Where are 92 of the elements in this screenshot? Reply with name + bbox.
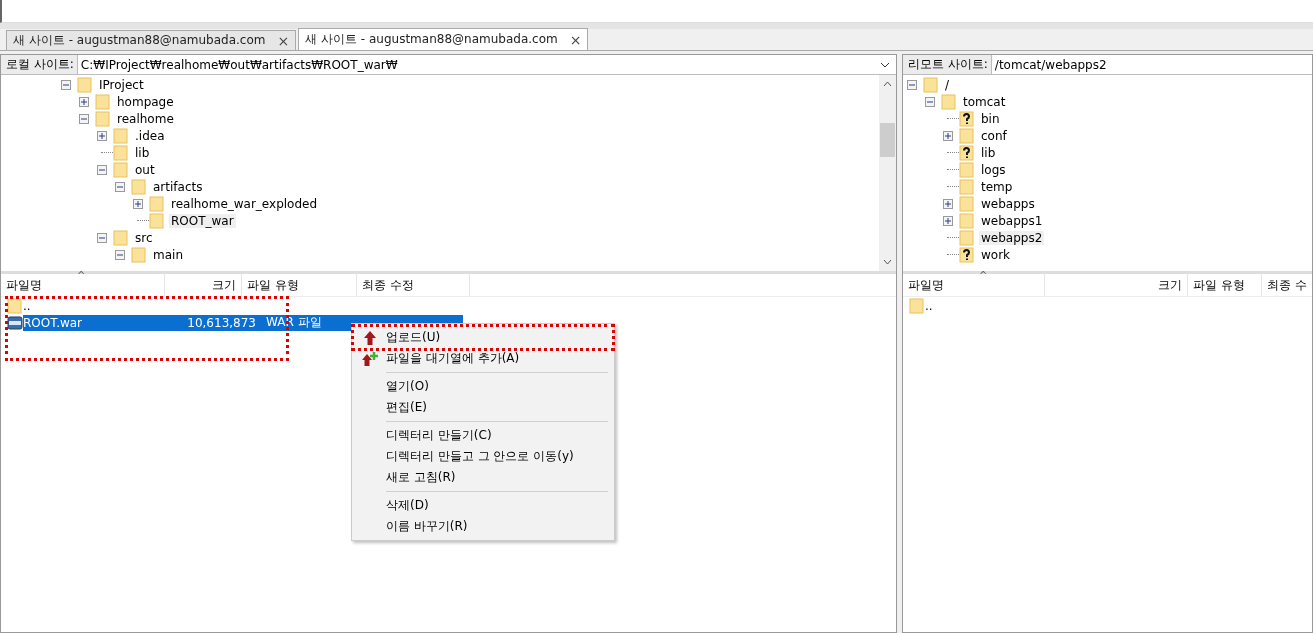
tree-item[interactable]: bin: [979, 111, 1002, 126]
tree-item[interactable]: out: [133, 162, 157, 177]
expander-icon[interactable]: [943, 215, 953, 226]
tree-item[interactable]: lib: [979, 145, 998, 160]
tree-item[interactable]: temp: [979, 179, 1015, 194]
scroll-thumb[interactable]: [880, 123, 895, 157]
tree-item[interactable]: src: [133, 230, 155, 245]
expander-icon[interactable]: [79, 113, 89, 124]
folder-icon: [113, 144, 129, 161]
folder-icon: [909, 297, 925, 314]
scroll-down-icon[interactable]: [883, 259, 892, 265]
tree-item[interactable]: IProject: [97, 77, 146, 92]
scrollbar[interactable]: [879, 75, 896, 271]
folder-icon: [113, 229, 129, 246]
folder-icon: [113, 127, 129, 144]
folder-icon: [131, 246, 147, 263]
question-folder-icon: [959, 246, 975, 263]
question-folder-icon: [959, 110, 975, 127]
close-icon[interactable]: ×: [569, 31, 582, 48]
tree-item[interactable]: main: [151, 247, 185, 262]
dropdown-icon[interactable]: [880, 61, 890, 68]
tree-item[interactable]: .idea: [133, 128, 167, 143]
menu-item[interactable]: 열기(O): [354, 376, 612, 397]
folder-icon: [959, 229, 975, 246]
site-tab[interactable]: 새 사이트 - augustman88@namubada.com ×: [6, 30, 297, 50]
site-tab[interactable]: 새 사이트 - augustman88@namubada.com ×: [298, 28, 589, 50]
tree-item[interactable]: realhome: [115, 111, 176, 126]
expander-icon[interactable]: [907, 79, 917, 90]
folder-icon: [959, 212, 975, 229]
tree-item[interactable]: tomcat: [961, 94, 1008, 109]
expander-icon[interactable]: [943, 198, 953, 209]
up-arrow-icon: [364, 330, 376, 345]
scroll-up-icon[interactable]: [883, 81, 892, 87]
folder-icon: [95, 110, 111, 127]
folder-icon: [923, 76, 939, 93]
menu-item[interactable]: 이름 바꾸기(R): [354, 516, 612, 537]
tree-item[interactable]: hompage: [115, 94, 176, 109]
menu-item[interactable]: 파일을 대기열에 추가(A): [354, 348, 612, 369]
folder-icon: [959, 195, 975, 212]
tab-label: 새 사이트 - augustman88@namubada.com: [13, 32, 266, 49]
expander-icon[interactable]: [97, 232, 107, 243]
site-label: 리모트 사이트:: [903, 55, 992, 74]
menu-item[interactable]: 편집(E): [354, 397, 612, 418]
folder-icon: [7, 297, 23, 314]
menu-item[interactable]: 디렉터리 만들기(C): [354, 425, 612, 446]
expander-icon[interactable]: [79, 96, 89, 107]
expander-icon[interactable]: [133, 198, 143, 209]
tab-label: 새 사이트 - augustman88@namubada.com: [305, 31, 558, 48]
tree-item[interactable]: lib: [133, 145, 152, 160]
column-header[interactable]: 최종 수정: [357, 274, 470, 296]
site-label: 로컬 사이트:: [1, 55, 78, 74]
expander-icon[interactable]: [115, 249, 125, 260]
folder-icon: [959, 161, 975, 178]
folder-icon: [959, 178, 975, 195]
tree-item[interactable]: logs: [979, 162, 1008, 177]
tree-item[interactable]: webapps2: [979, 230, 1045, 245]
tree-item[interactable]: realhome_war_exploded: [169, 196, 320, 211]
up-arrow-plus-icon: [362, 351, 378, 366]
folder-icon: [149, 195, 165, 212]
menu-item[interactable]: 새로 고침(R): [354, 467, 612, 488]
menu-item[interactable]: 디렉터리 만들고 그 안으로 이동(y): [354, 446, 612, 467]
column-header[interactable]: 크기: [1045, 274, 1188, 296]
expander-icon[interactable]: [97, 130, 107, 141]
tree-item[interactable]: /: [943, 77, 952, 92]
column-header[interactable]: 최종 수: [1262, 274, 1312, 296]
folder-icon: [95, 93, 111, 110]
expander-icon[interactable]: [943, 130, 953, 141]
tree-item[interactable]: ROOT_war: [169, 213, 236, 228]
expander-icon[interactable]: [97, 164, 107, 175]
column-header[interactable]: 크기: [165, 274, 242, 296]
expander-icon[interactable]: [115, 181, 125, 192]
folder-icon: [959, 127, 975, 144]
tree-item[interactable]: artifacts: [151, 179, 205, 194]
column-header[interactable]: 파일 유형: [1188, 274, 1262, 296]
file-row[interactable]: ..: [925, 297, 1015, 314]
folder-icon: [941, 93, 957, 110]
expander-icon[interactable]: [61, 79, 71, 90]
archive-file-icon: [7, 314, 23, 331]
column-header[interactable]: 파일 유형: [242, 274, 357, 296]
tree-item[interactable]: work: [979, 247, 1013, 262]
menu-item[interactable]: 삭제(D): [354, 495, 612, 516]
tree-item[interactable]: webapps1: [979, 213, 1045, 228]
folder-icon: [77, 76, 93, 93]
tree-item[interactable]: webapps: [979, 196, 1037, 211]
tree-item[interactable]: conf: [979, 128, 1009, 143]
close-icon[interactable]: ×: [277, 32, 290, 49]
folder-icon: [149, 212, 165, 229]
folder-icon: [113, 161, 129, 178]
expander-icon[interactable]: [925, 96, 935, 107]
question-folder-icon: [959, 144, 975, 161]
folder-icon: [131, 178, 147, 195]
file-row[interactable]: ..: [23, 297, 113, 314]
